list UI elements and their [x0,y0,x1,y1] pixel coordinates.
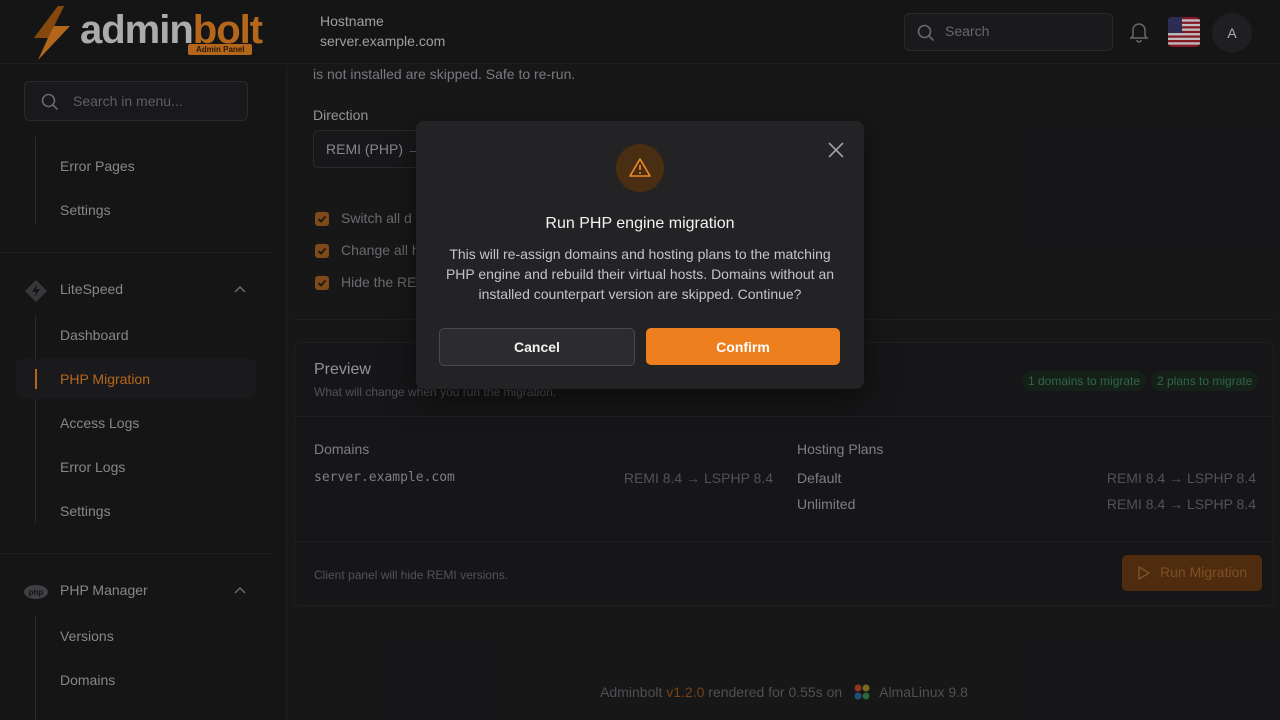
confirm-button[interactable]: Confirm [646,328,840,365]
confirm-migration-dialog: Run PHP engine migration This will re-as… [416,121,864,389]
close-icon[interactable] [826,140,846,160]
warning-triangle-icon [629,158,651,177]
dialog-title: Run PHP engine migration [545,215,735,232]
cancel-button[interactable]: Cancel [439,328,635,366]
dialog-message: This will re-assign domains and hosting … [445,246,835,302]
warning-badge [616,144,664,192]
